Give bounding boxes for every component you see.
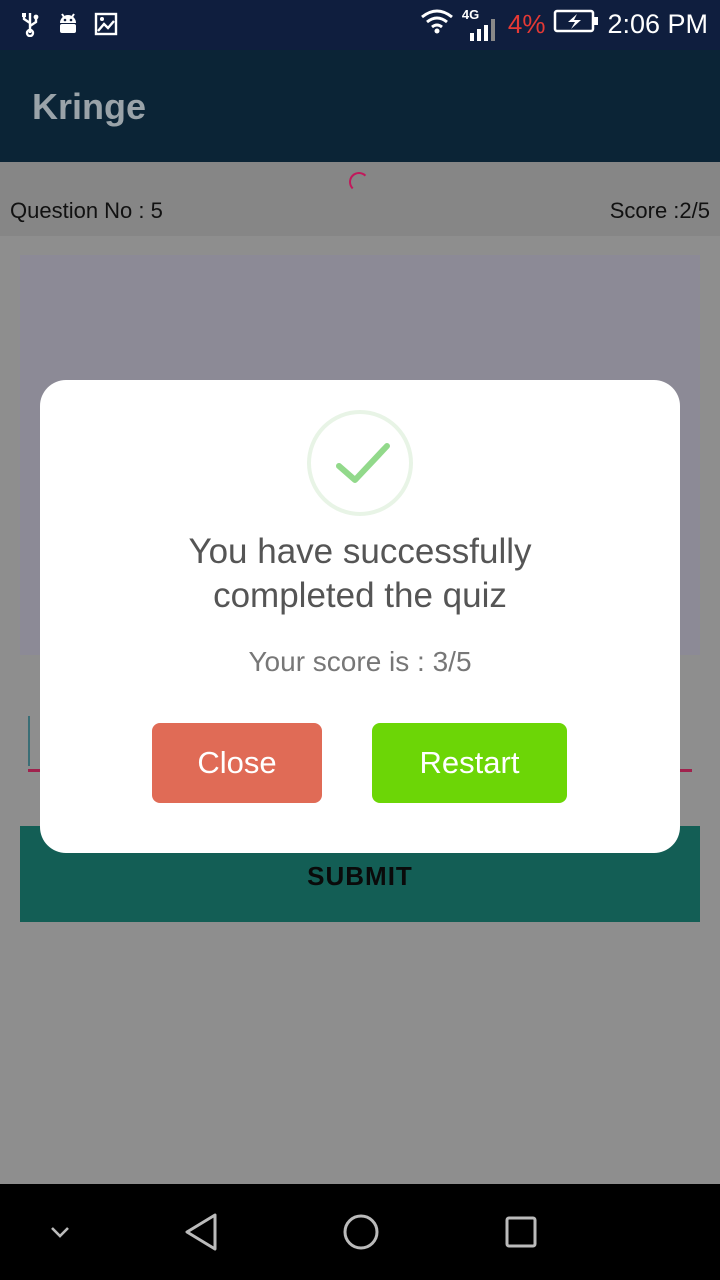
recents-icon[interactable] bbox=[496, 1184, 546, 1280]
wifi-icon bbox=[420, 8, 454, 41]
battery-charging-icon bbox=[553, 9, 599, 40]
signal-icon: 4G bbox=[462, 7, 500, 41]
app-bar: Kringe bbox=[0, 50, 720, 162]
final-score: Your score is : 3/5 bbox=[248, 646, 472, 677]
dialog-title: You have successfully completed the quiz bbox=[40, 530, 680, 618]
android-icon bbox=[56, 10, 80, 38]
dialog-title-line2: completed the quiz bbox=[213, 576, 507, 615]
usb-icon bbox=[18, 10, 42, 38]
clock: 2:06 PM bbox=[607, 9, 708, 39]
score-label: Score :2/5 bbox=[609, 198, 710, 223]
checkmark-icon bbox=[336, 443, 390, 483]
home-icon[interactable] bbox=[336, 1184, 386, 1280]
loading-spinner-icon bbox=[349, 172, 369, 192]
back-icon[interactable] bbox=[176, 1184, 226, 1280]
quiz-complete-dialog: You have successfully completed the quiz… bbox=[40, 380, 680, 853]
question-number: Question No : 5 bbox=[10, 198, 163, 223]
battery-percent: 4% bbox=[507, 9, 546, 39]
dialog-title-line1: You have successfully bbox=[188, 532, 532, 571]
chevron-down-icon[interactable] bbox=[40, 1184, 80, 1280]
success-circle bbox=[307, 410, 413, 516]
text-cursor bbox=[28, 716, 30, 766]
status-bar: 4G 4% 2:06 PM bbox=[0, 0, 720, 50]
image-icon bbox=[94, 10, 118, 38]
navigation-bar bbox=[0, 1184, 720, 1280]
restart-button[interactable]: Restart bbox=[372, 723, 567, 803]
close-button[interactable]: Close bbox=[152, 723, 322, 803]
app-title: Kringe bbox=[32, 86, 147, 127]
